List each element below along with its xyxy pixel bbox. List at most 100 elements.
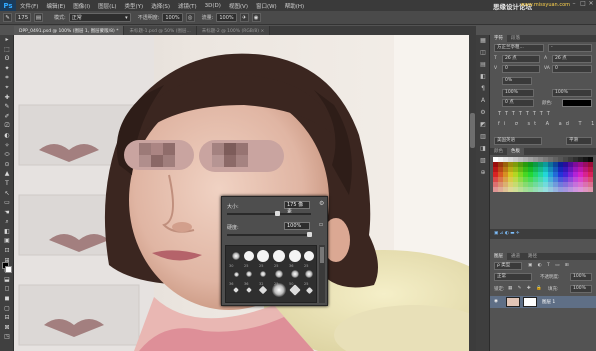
layer-opacity-field[interactable]: 100% [570, 273, 592, 281]
tool-icon[interactable]: ◼ [0, 294, 14, 304]
tool-icon[interactable]: ⊡ [0, 246, 14, 256]
menu-item-2[interactable]: 图像(I) [69, 2, 94, 10]
layer-filter-icons[interactable]: ▣ ◐ T ▭ ⊞ [528, 263, 571, 268]
visibility-eye-icon[interactable]: ◉ [494, 299, 498, 304]
tool-icon[interactable]: ▭ [0, 198, 14, 208]
brush-preset-tip[interactable] [260, 271, 266, 277]
brush-preset-tip[interactable] [244, 251, 254, 261]
document-tab[interactable]: 未标题-1.psd @ 50% (图层... [124, 26, 197, 35]
menu-item-8[interactable]: 视图(V) [225, 2, 252, 10]
swatch-grid[interactable] [493, 157, 593, 193]
tool-icon[interactable]: ◳ [0, 332, 14, 342]
brush-preset-tip[interactable] [305, 286, 313, 294]
tab-swatches[interactable]: 色板 [507, 148, 524, 155]
maximize-icon[interactable]: □ [579, 0, 587, 10]
panel-toggle-icon[interactable]: ▤ [476, 59, 490, 71]
panel-toggle-icon[interactable]: ◨ [476, 143, 490, 155]
brush-preset-tip[interactable] [275, 270, 283, 278]
brush-preset-tip[interactable] [291, 270, 299, 278]
type-style-buttons[interactable]: TTTTTTTT [498, 111, 554, 117]
leading-field[interactable]: 26 点 [552, 55, 592, 63]
tab-layers[interactable]: 图层 [490, 253, 507, 260]
airbrush-icon[interactable]: ✈ [239, 13, 249, 22]
panel-toggle-icon[interactable]: ▥ [476, 131, 490, 143]
tab-paths[interactable]: 路径 [524, 253, 541, 260]
brush-preset-tip[interactable] [258, 285, 268, 295]
brush-preset-tip[interactable] [289, 284, 301, 296]
panel-toggle-icon[interactable]: ⊕ [476, 167, 490, 179]
tool-icon[interactable]: T [0, 179, 14, 189]
tool-icon[interactable]: ☚ [0, 208, 14, 218]
panel-toggle-icon[interactable]: ▧ [476, 155, 490, 167]
menu-item-5[interactable]: 选择(S) [147, 2, 174, 10]
tool-icon[interactable]: ⌖ [0, 83, 14, 93]
hardness-slider[interactable] [227, 234, 311, 236]
brush-preset-tip[interactable] [273, 250, 285, 262]
font-family-select[interactable]: 方正兰亭粗... [494, 44, 544, 52]
hardness-field[interactable]: 100% [284, 222, 310, 230]
antialias-select[interactable]: 平滑 [566, 137, 592, 145]
brush-icon[interactable]: ✎ [3, 13, 12, 22]
baseline-field[interactable]: 0 点 [502, 99, 534, 107]
adjustment-icons[interactable]: ▣ ⊿ ◐ ▬ ✈ [494, 231, 520, 236]
tool-icon[interactable]: ⎚ [0, 121, 14, 131]
hardness-slider-knob[interactable] [307, 232, 312, 237]
canvas-vertical-scrollbar[interactable] [469, 35, 476, 351]
panel-toggle-icon[interactable]: ◩ [476, 119, 490, 131]
new-preset-icon[interactable]: ▫ [319, 221, 323, 228]
brush-size-slider[interactable] [227, 213, 311, 215]
brush-presets-grid[interactable]: 30 25 25 25 36 25 36 36 32 25 50 25 [225, 245, 317, 303]
brush-preset-tip[interactable] [289, 250, 301, 262]
document-tab[interactable]: 未标题-2 @ 100% (RGB/8) × [196, 26, 271, 35]
fill-field[interactable]: 100% [570, 285, 592, 293]
brush-preset-tip[interactable] [304, 251, 314, 261]
menu-item-1[interactable]: 编辑(E) [42, 2, 69, 10]
tool-icon[interactable]: ◧ [0, 227, 14, 237]
tool-icon[interactable]: ✦ [0, 64, 14, 74]
tab-character[interactable]: 字符 [490, 35, 507, 42]
tab-channels[interactable]: 通道 [507, 253, 524, 260]
color-swatch[interactable] [588, 187, 593, 192]
tool-icon[interactable]: ⊠ [0, 323, 14, 333]
panel-toggle-icon[interactable]: ¶ [476, 83, 490, 95]
lock-icons[interactable]: ▦ ✎ ✚ 🔒 [508, 286, 544, 291]
scrollbar-thumb[interactable] [470, 113, 475, 148]
panel-toggle-icon[interactable]: ◫ [476, 47, 490, 59]
gear-icon[interactable]: ⚙ [319, 200, 324, 207]
tool-icon[interactable]: ⊟ [0, 313, 14, 323]
tool-icon[interactable]: ✚ [0, 93, 14, 103]
menu-item-7[interactable]: 3D(D) [201, 3, 225, 9]
brush-preset-picker[interactable]: 175 [15, 13, 31, 22]
tool-icon[interactable]: ◐ [0, 131, 14, 141]
tool-icon[interactable]: ✎ [0, 102, 14, 112]
tool-icon[interactable]: ✐ [0, 112, 14, 122]
tool-icon[interactable]: ▸ [0, 35, 14, 45]
menu-item-10[interactable]: 帮助(H) [281, 2, 308, 10]
menu-item-4[interactable]: 类型(Y) [121, 2, 148, 10]
brush-preset-tip[interactable] [232, 252, 240, 260]
panel-toggle-icon[interactable]: ▦ [476, 35, 490, 47]
presets-scrollbar-thumb[interactable] [320, 247, 324, 263]
brush-preset-tip[interactable] [233, 271, 239, 277]
menu-item-9[interactable]: 窗口(W) [252, 2, 281, 10]
flow-field[interactable]: 100% [216, 13, 237, 22]
font-size-field[interactable]: 26 点 [502, 55, 540, 63]
minimize-icon[interactable]: – [570, 0, 578, 10]
tool-icon[interactable]: ▲ [0, 169, 14, 179]
tool-icon[interactable]: ▢ [0, 304, 14, 314]
tool-icon[interactable]: ↖ [0, 189, 14, 199]
brush-preset-tip[interactable] [305, 270, 313, 278]
tool-icon[interactable]: ◻ [0, 284, 14, 294]
brush-preset-tip[interactable] [246, 271, 252, 277]
tool-icon[interactable]: ▣ [0, 236, 14, 246]
panel-toggle-icon[interactable]: ⚙ [476, 107, 490, 119]
opacity-field[interactable]: 100% [162, 13, 183, 22]
kerning-field[interactable]: 0 [502, 65, 540, 73]
layer-row-selected[interactable]: ◉ 图层 1 [490, 296, 596, 308]
close-icon[interactable]: ✕ [587, 0, 595, 10]
panel-toggle-icon[interactable]: ◧ [476, 71, 490, 83]
vertical-scale-field[interactable]: 100% [502, 89, 534, 97]
scale-field[interactable]: 0% [502, 77, 532, 85]
opentype-buttons[interactable]: fi σ st A ad T 1st ½ [498, 121, 596, 127]
layer-blend-mode-select[interactable]: 正常 [494, 273, 532, 281]
